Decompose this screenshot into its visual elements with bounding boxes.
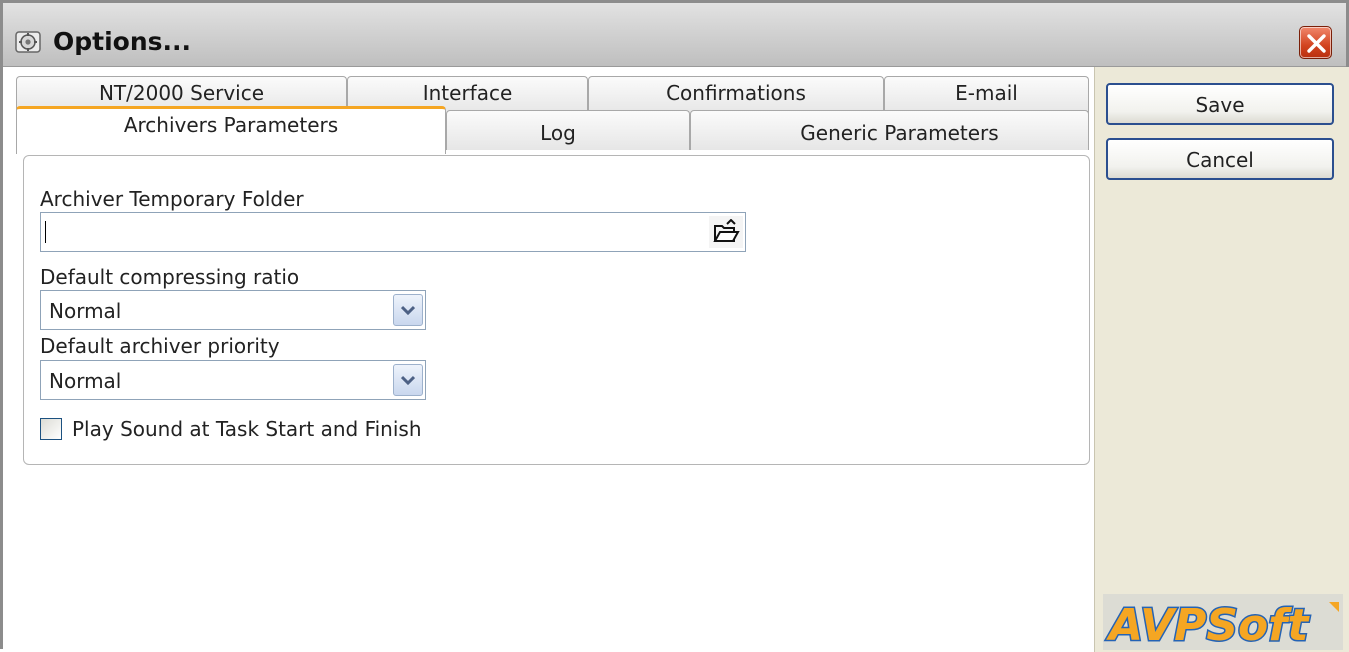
tab-confirmations[interactable]: Confirmations [588, 76, 884, 114]
archiver-priority-value: Normal [49, 369, 122, 393]
text-caret [45, 221, 46, 243]
archiver-priority-select[interactable]: Normal [40, 360, 426, 400]
close-button[interactable] [1299, 26, 1332, 59]
chevron-down-icon [401, 375, 415, 385]
window-title: Options... [53, 27, 192, 56]
options-window: Options... NT/2000 Service Interface Con… [0, 0, 1349, 652]
compress-ratio-label: Default compressing ratio [40, 265, 300, 289]
play-sound-label[interactable]: Play Sound at Task Start and Finish [72, 417, 422, 441]
archiver-priority-dropdown-button[interactable] [393, 364, 423, 396]
svg-text:AVPSoft: AVPSoft [1106, 600, 1310, 650]
tab-label: Interface [422, 81, 513, 105]
avpsoft-logo: AVPSoft [1103, 594, 1343, 650]
tab-archivers-parameters[interactable]: Archivers Parameters [16, 106, 446, 154]
archivers-parameters-panel: Archiver Temporary Folder Default compre… [23, 155, 1090, 465]
close-icon [1307, 34, 1326, 53]
archiver-priority-label: Default archiver priority [40, 334, 280, 358]
tab-log[interactable]: Log [446, 110, 690, 150]
tab-label: NT/2000 Service [98, 81, 265, 105]
tab-label: Archivers Parameters [123, 113, 339, 137]
play-sound-checkbox[interactable] [40, 418, 62, 440]
title-bar[interactable]: Options... [3, 3, 1346, 67]
browse-folder-button[interactable] [709, 216, 743, 248]
temp-folder-label: Archiver Temporary Folder [40, 187, 304, 211]
tab-label: Log [540, 121, 576, 145]
folder-open-icon [713, 219, 740, 242]
save-button[interactable]: Save [1106, 83, 1334, 125]
actions-sidebar: Save Cancel AVPSoft [1094, 67, 1349, 652]
tab-generic-parameters[interactable]: Generic Parameters [690, 110, 1089, 150]
compress-ratio-value: Normal [49, 299, 122, 323]
chevron-down-icon [401, 305, 415, 315]
tab-label: Generic Parameters [800, 121, 999, 145]
tab-label: E-mail [955, 81, 1018, 105]
compress-ratio-dropdown-button[interactable] [393, 294, 423, 326]
tab-email[interactable]: E-mail [884, 76, 1089, 114]
options-icon [13, 26, 43, 56]
cancel-button[interactable]: Cancel [1106, 138, 1334, 180]
compress-ratio-select[interactable]: Normal [40, 290, 426, 330]
tab-label: Confirmations [666, 81, 806, 105]
temp-folder-input[interactable] [40, 212, 746, 252]
